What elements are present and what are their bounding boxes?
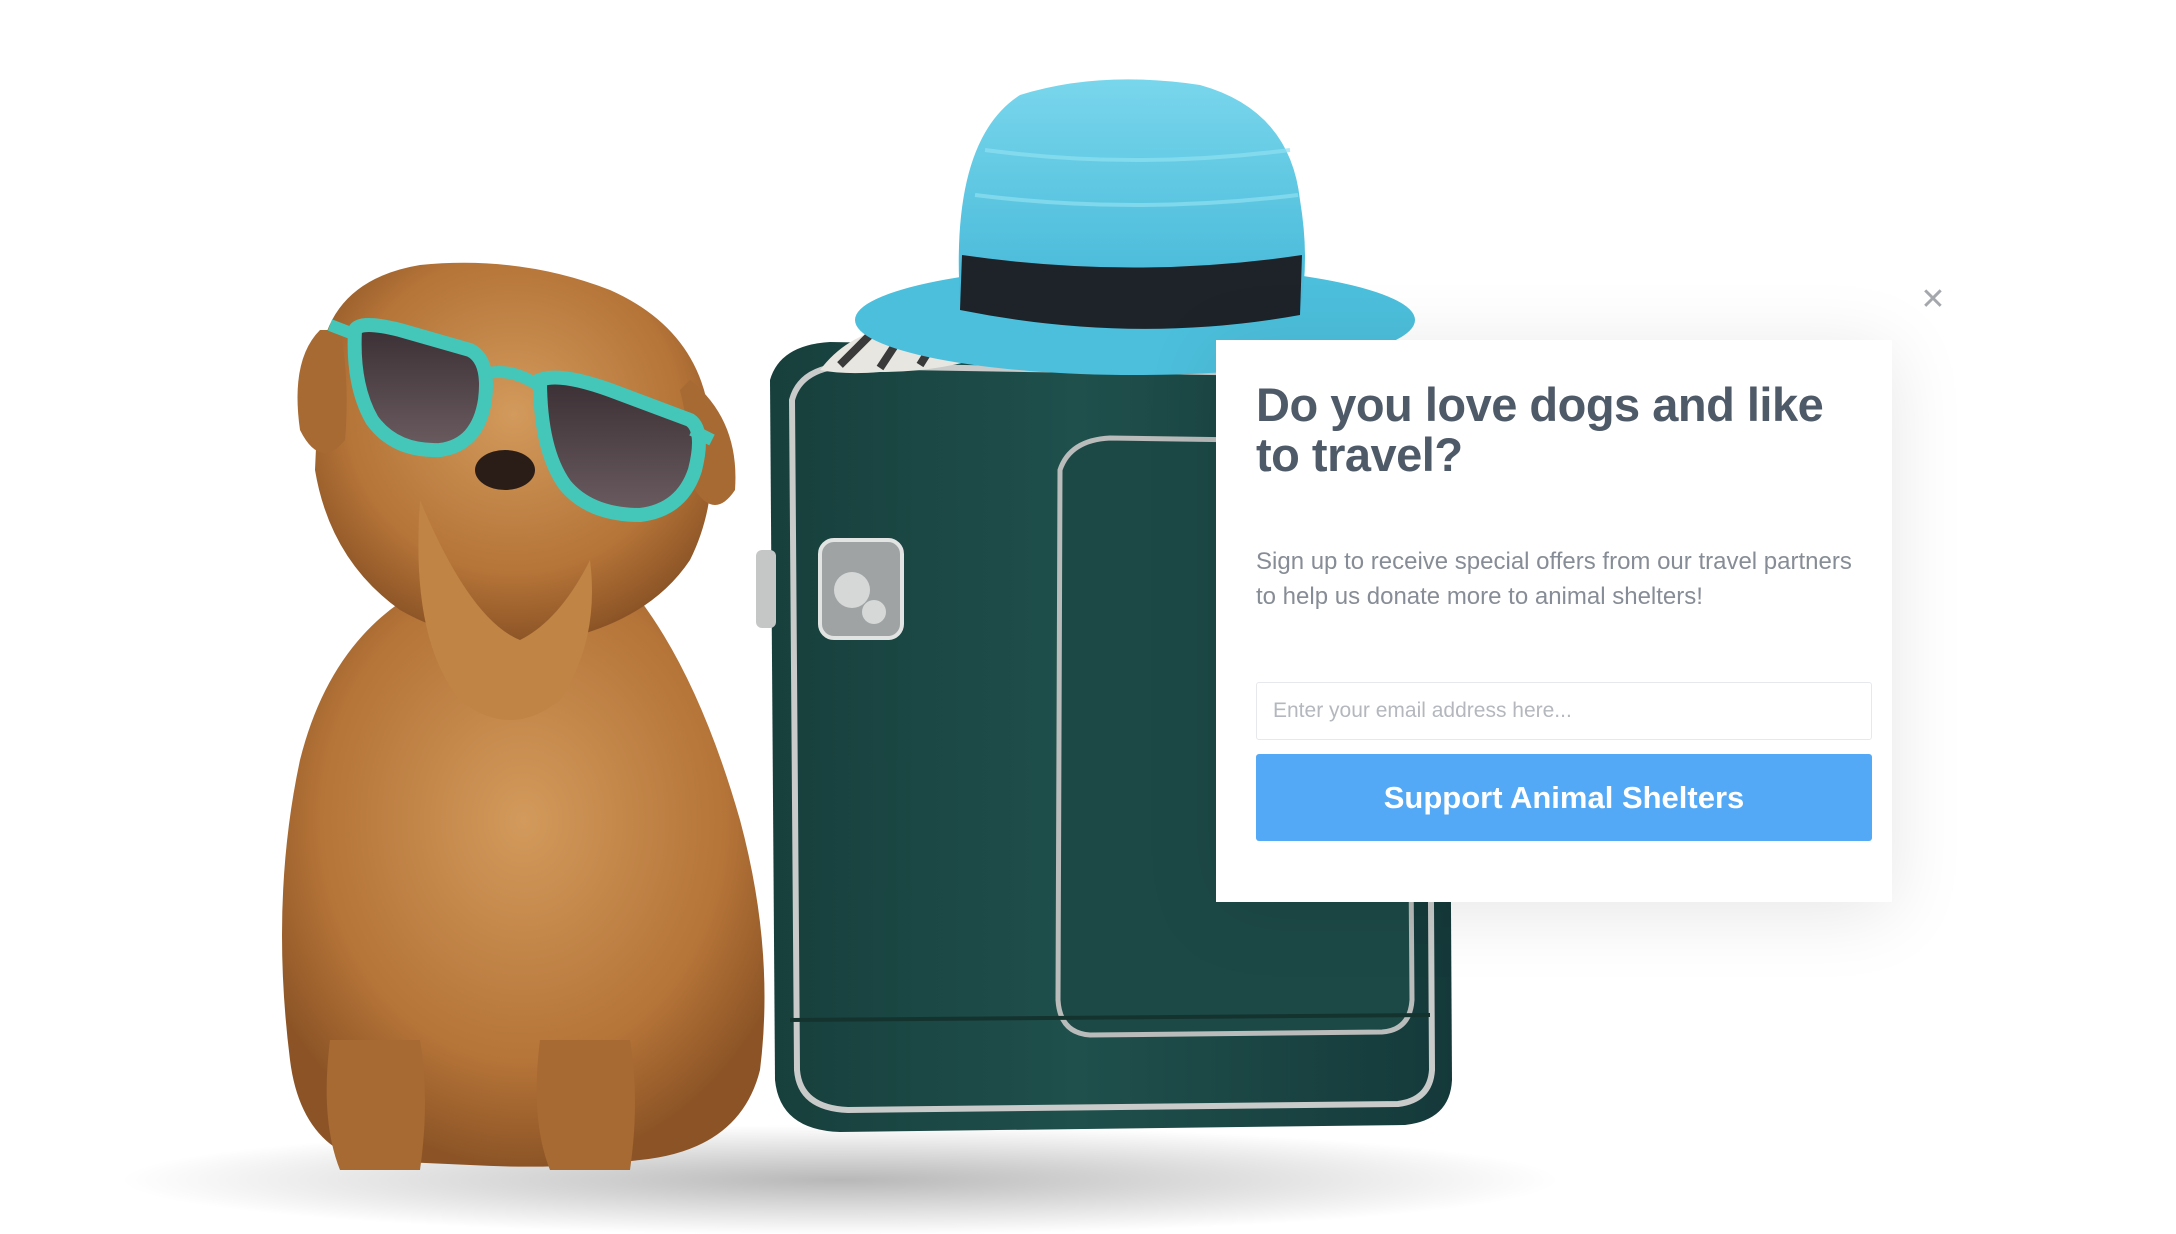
page: ✕ Do you love dogs and like to travel? S… xyxy=(0,0,2176,1234)
close-icon: ✕ xyxy=(1920,281,1946,317)
popup-description: Sign up to receive special offers from o… xyxy=(1256,548,1852,610)
popup-title: Do you love dogs and like to travel? xyxy=(1256,378,1824,481)
dog xyxy=(282,262,765,1170)
close-button[interactable]: ✕ xyxy=(1918,281,1948,317)
hat xyxy=(855,79,1415,375)
email-field[interactable] xyxy=(1256,682,1872,740)
signup-popup: Do you love dogs and like to travel? Sig… xyxy=(1216,340,1892,902)
support-animal-shelters-button[interactable]: Support Animal Shelters xyxy=(1256,754,1872,841)
